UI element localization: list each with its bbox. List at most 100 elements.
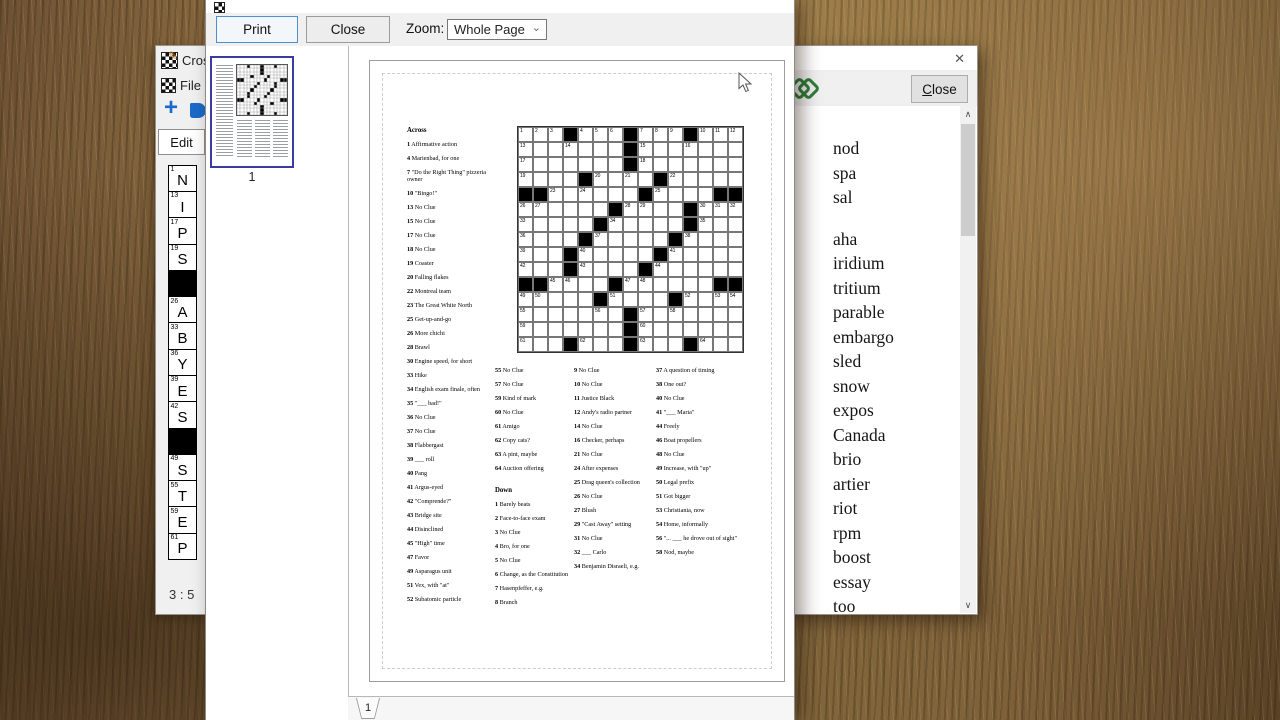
grid-cell bbox=[698, 247, 713, 262]
editor-grid-cell[interactable]: 1N bbox=[168, 165, 197, 193]
add-button[interactable]: + bbox=[164, 98, 178, 118]
clue-item: 25 Drag queen's collection bbox=[574, 479, 652, 486]
crossword-grid: 1234567891011121314151617181920212223242… bbox=[517, 126, 744, 353]
word-item[interactable]: spa bbox=[833, 161, 960, 186]
clue-item: 10 "Bingo!" bbox=[407, 190, 489, 197]
grid-cell bbox=[578, 292, 593, 307]
grid-cell bbox=[608, 322, 623, 337]
grid-cell bbox=[668, 217, 683, 232]
grid-cell bbox=[698, 172, 713, 187]
editor-grid-cell[interactable]: 42S bbox=[168, 401, 197, 429]
grid-cell bbox=[563, 232, 578, 247]
word-item[interactable]: brio bbox=[833, 447, 960, 472]
grid-cell bbox=[608, 337, 623, 352]
clue-item: 58 Nod, maybe bbox=[656, 549, 740, 556]
scrollbar[interactable]: ∧ ∨ bbox=[960, 106, 976, 613]
edit-button-label: Edit bbox=[170, 135, 192, 150]
editor-grid-cell[interactable] bbox=[168, 428, 197, 456]
grid-cell bbox=[548, 202, 563, 217]
word-item[interactable]: expos bbox=[833, 398, 960, 423]
editor-grid-cell[interactable]: 33B bbox=[168, 322, 197, 350]
grid-cell bbox=[683, 247, 698, 262]
word-item[interactable]: artier bbox=[833, 472, 960, 497]
file-menu[interactable]: File bbox=[161, 78, 201, 93]
grid-cell bbox=[533, 322, 548, 337]
editor-grid-cell[interactable] bbox=[168, 270, 197, 298]
word-item[interactable]: rpm bbox=[833, 521, 960, 546]
across-heading: Across bbox=[407, 127, 489, 134]
clue-item: 2 Face-to-face exam bbox=[495, 515, 571, 522]
grid-cell: 5 bbox=[593, 127, 608, 142]
word-item[interactable]: essay bbox=[833, 570, 960, 595]
page-thumbnail[interactable] bbox=[210, 56, 294, 168]
tool-icon[interactable] bbox=[190, 103, 206, 118]
grid-cell bbox=[683, 262, 698, 277]
word-item[interactable]: sled bbox=[833, 349, 960, 374]
grid-cell: 33 bbox=[518, 217, 533, 232]
clue-item: 18 No Clue bbox=[407, 246, 489, 253]
clue-item: 24 After expenses bbox=[574, 465, 652, 472]
grid-cell: 40 bbox=[578, 247, 593, 262]
word-item[interactable]: boost bbox=[833, 545, 960, 570]
pencil-icon: ✎ bbox=[168, 49, 178, 63]
grid-cell: 13 bbox=[518, 142, 533, 157]
grid-cell: 34 bbox=[608, 217, 623, 232]
grid-cell bbox=[683, 337, 698, 352]
clue-item: 32 ___ Carlo bbox=[574, 549, 652, 556]
editor-grid-cell[interactable]: 19S bbox=[168, 244, 197, 272]
grid-cell: 35 bbox=[698, 217, 713, 232]
grid-cell bbox=[533, 262, 548, 277]
grid-cell bbox=[638, 292, 653, 307]
scroll-down-icon[interactable]: ∨ bbox=[960, 597, 976, 613]
editor-grid-cell[interactable]: 17P bbox=[168, 217, 197, 245]
clue-item: 37 A question of timing bbox=[656, 367, 740, 374]
word-item[interactable]: Canada bbox=[833, 423, 960, 448]
close-icon[interactable]: ✕ bbox=[954, 51, 965, 67]
preview-close-button[interactable]: Close bbox=[306, 16, 390, 43]
editor-grid-cell[interactable]: 55T bbox=[168, 480, 197, 508]
editor-grid-cell[interactable]: 39E bbox=[168, 375, 197, 403]
clue-item: 7 "Do the Right Thing" pizzeria owner bbox=[407, 169, 489, 183]
page-tab[interactable]: 1 bbox=[356, 698, 380, 719]
edit-button[interactable]: Edit bbox=[158, 129, 205, 155]
word-item[interactable]: snow bbox=[833, 374, 960, 399]
clue-column-2: 55 No Clue57 No Clue59 Kind of mark60 No… bbox=[495, 367, 571, 613]
word-item[interactable]: nod bbox=[833, 136, 960, 161]
word-item[interactable]: sal bbox=[833, 185, 960, 210]
grid-cell bbox=[563, 187, 578, 202]
grid-cell bbox=[683, 277, 698, 292]
grid-cell: 56 bbox=[593, 307, 608, 322]
grid-cell bbox=[683, 307, 698, 322]
word-item[interactable]: aha bbox=[833, 227, 960, 252]
editor-grid-cell[interactable]: 26A bbox=[168, 296, 197, 324]
close-button[interactable]: Close bbox=[911, 75, 968, 103]
word-item[interactable]: riot bbox=[833, 496, 960, 521]
scroll-up-icon[interactable]: ∧ bbox=[960, 106, 976, 122]
editor-grid-cell[interactable]: 61P bbox=[168, 533, 197, 561]
word-item[interactable]: embargo bbox=[833, 325, 960, 350]
grid-cell bbox=[623, 157, 638, 172]
grid-cell bbox=[653, 202, 668, 217]
grid-cell bbox=[698, 262, 713, 277]
print-button[interactable]: Print bbox=[216, 16, 298, 43]
editor-grid-cell[interactable]: 49S bbox=[168, 454, 197, 482]
clue-item: 56 "... ___ he drove out of sight" bbox=[656, 535, 740, 542]
grid-cell bbox=[578, 172, 593, 187]
zoom-dropdown[interactable]: Whole Page ⌄ bbox=[447, 19, 547, 40]
scrollbar-thumb[interactable] bbox=[961, 124, 975, 236]
editor-grid-cell[interactable]: 36Y bbox=[168, 349, 197, 377]
editor-grid-cell[interactable]: 13I bbox=[168, 191, 197, 219]
clue-item: 39 ___ roll bbox=[407, 456, 489, 463]
word-item[interactable]: tritium bbox=[833, 276, 960, 301]
grid-cell bbox=[698, 292, 713, 307]
word-item[interactable]: iridium bbox=[833, 251, 960, 276]
thumbnail-text-lines bbox=[255, 120, 270, 158]
grid-cell bbox=[653, 232, 668, 247]
word-item[interactable]: too bbox=[833, 594, 960, 613]
grid-cell bbox=[533, 307, 548, 322]
word-item[interactable]: parable bbox=[833, 300, 960, 325]
grid-cell: 39 bbox=[518, 247, 533, 262]
editor-grid-cell[interactable]: 59E bbox=[168, 506, 197, 534]
preview-toolbar: Print Close Zoom: Whole Page ⌄ bbox=[206, 13, 794, 47]
grid-cell: 57 bbox=[638, 307, 653, 322]
